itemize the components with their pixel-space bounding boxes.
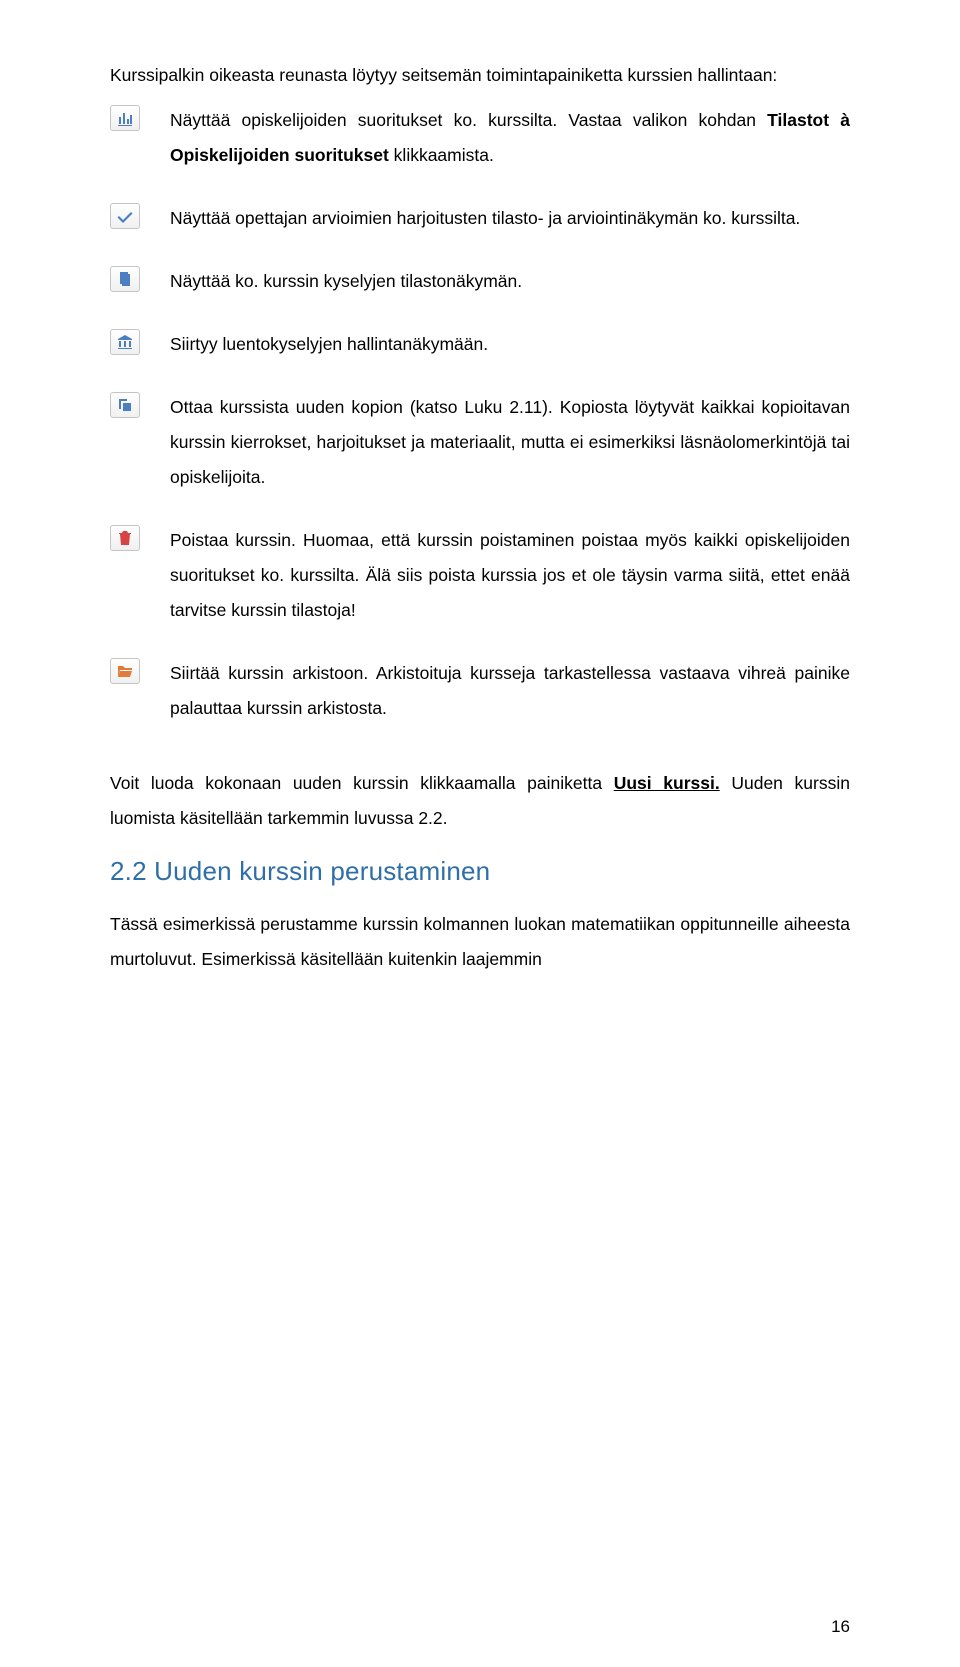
text-segment: Poistaa kurssin. Huomaa, että kurssin po…: [170, 530, 850, 620]
page-number: 16: [831, 1617, 850, 1637]
item-description: Näyttää opiskelijoiden suoritukset ko. k…: [170, 103, 850, 173]
folder-icon: [117, 663, 133, 679]
check-icon-button[interactable]: [110, 203, 140, 229]
icon-cell: [110, 656, 170, 684]
text-segment: Näyttää opiskelijoiden suoritukset ko. k…: [170, 110, 767, 130]
clipboard-icon: [117, 271, 133, 287]
item-description: Näyttää ko. kurssin kyselyjen tilastonäk…: [170, 264, 850, 299]
bar-chart-icon: [117, 110, 133, 126]
clipboard-icon-button[interactable]: [110, 266, 140, 292]
icon-cell: [110, 103, 170, 131]
trash-icon: [117, 530, 133, 546]
copy-icon-button[interactable]: [110, 392, 140, 418]
document-page: Kurssipalkin oikeasta reunasta löytyy se…: [0, 0, 960, 1667]
icon-cell: [110, 264, 170, 292]
text-segment: Voit luoda kokonaan uuden kurssin klikka…: [110, 773, 614, 793]
list-item: Siirtää kurssin arkistoon. Arkistoituja …: [110, 656, 850, 726]
text-segment: Siirtyy luentokyselyjen hallintanäkymään…: [170, 334, 488, 354]
button-label-bold: Uusi kurssi.: [614, 773, 720, 793]
intro-text: Kurssipalkin oikeasta reunasta löytyy se…: [110, 58, 850, 93]
text-segment: Näyttää opettajan arvioimien harjoituste…: [170, 208, 800, 228]
institution-icon-button[interactable]: [110, 329, 140, 355]
bar-chart-icon-button[interactable]: [110, 105, 140, 131]
check-icon: [117, 208, 133, 224]
copy-icon: [117, 397, 133, 413]
icon-cell: [110, 523, 170, 551]
paragraph-section-body: Tässä esimerkissä perustamme kurssin kol…: [110, 907, 850, 977]
icon-cell: [110, 201, 170, 229]
list-item: Näyttää opettajan arvioimien harjoituste…: [110, 201, 850, 236]
list-item: Näyttää ko. kurssin kyselyjen tilastonäk…: [110, 264, 850, 299]
text-segment: Ottaa kurssista uuden kopion (katso Luku…: [170, 397, 850, 487]
paragraph-new-course: Voit luoda kokonaan uuden kurssin klikka…: [110, 766, 850, 836]
icon-cell: [110, 390, 170, 418]
list-item: Siirtyy luentokyselyjen hallintanäkymään…: [110, 327, 850, 362]
item-description: Siirtyy luentokyselyjen hallintanäkymään…: [170, 327, 850, 362]
list-item: Poistaa kurssin. Huomaa, että kurssin po…: [110, 523, 850, 628]
item-description: Ottaa kurssista uuden kopion (katso Luku…: [170, 390, 850, 495]
folder-icon-button[interactable]: [110, 658, 140, 684]
institution-icon: [117, 334, 133, 350]
icon-cell: [110, 327, 170, 355]
list-item: Ottaa kurssista uuden kopion (katso Luku…: [110, 390, 850, 495]
item-description: Poistaa kurssin. Huomaa, että kurssin po…: [170, 523, 850, 628]
text-segment: Siirtää kurssin arkistoon. Arkistoituja …: [170, 663, 850, 718]
item-description: Siirtää kurssin arkistoon. Arkistoituja …: [170, 656, 850, 726]
icon-list: Näyttää opiskelijoiden suoritukset ko. k…: [110, 103, 850, 726]
item-description: Näyttää opettajan arvioimien harjoituste…: [170, 201, 850, 236]
text-segment: klikkaamista.: [389, 145, 494, 165]
text-segment: Näyttää ko. kurssin kyselyjen tilastonäk…: [170, 271, 522, 291]
section-heading: 2.2 Uuden kurssin perustaminen: [110, 856, 850, 887]
trash-icon-button[interactable]: [110, 525, 140, 551]
list-item: Näyttää opiskelijoiden suoritukset ko. k…: [110, 103, 850, 173]
